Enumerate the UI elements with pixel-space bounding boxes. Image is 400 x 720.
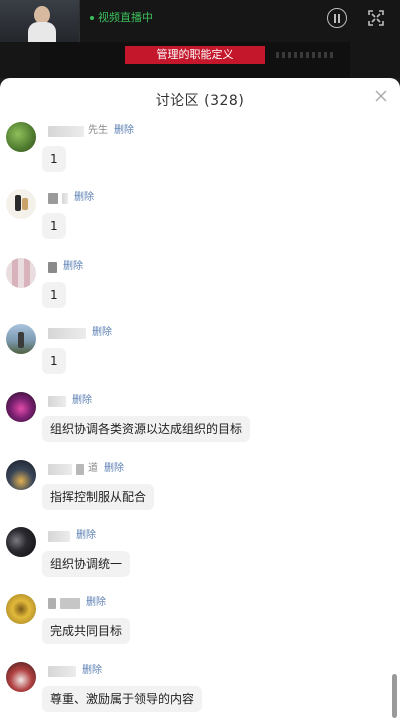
- fullscreen-icon: [368, 10, 384, 26]
- user-avatar[interactable]: [6, 527, 36, 557]
- comment-bubble: 1: [42, 146, 66, 172]
- comment-bubble: 完成共同目标: [42, 618, 131, 644]
- comment-bubble: 组织协调各类资源以达成组织的目标: [42, 416, 251, 442]
- comment-author: 删除: [48, 394, 92, 408]
- comment-author: 删除: [48, 529, 96, 543]
- discussion-panel: 讨论区 (328) 先生 删除 1 删除 1 删除 1 删除 1 删除 组织协调…: [0, 78, 400, 720]
- comment-author: 删除: [48, 596, 106, 610]
- delete-link[interactable]: 删除: [63, 260, 83, 274]
- blurred-username: [48, 192, 58, 204]
- comment-bubble: 1: [42, 348, 66, 374]
- comment-author: 道 删除: [48, 462, 124, 476]
- comment-bubble: 1: [42, 282, 66, 308]
- fullscreen-button[interactable]: [367, 9, 385, 27]
- blurred-username: [48, 395, 66, 407]
- comment-author: 删除: [48, 260, 83, 274]
- username-fragment: 道: [88, 463, 98, 474]
- slide-decoration: [276, 52, 336, 58]
- comment-author: 先生 删除: [48, 124, 134, 138]
- live-status-text: 视频直播中: [98, 11, 153, 24]
- close-button[interactable]: [374, 88, 388, 102]
- user-avatar[interactable]: [6, 662, 36, 692]
- blurred-username: [48, 665, 76, 677]
- presenter-video-thumbnail[interactable]: [0, 0, 80, 42]
- delete-link[interactable]: 删除: [86, 596, 106, 610]
- comment-bubble: 1: [42, 213, 66, 239]
- user-avatar[interactable]: [6, 324, 36, 354]
- delete-link[interactable]: 删除: [104, 462, 124, 476]
- blurred-username: [62, 192, 68, 204]
- blurred-username: [76, 463, 84, 475]
- delete-link[interactable]: 删除: [92, 326, 112, 340]
- comment-bubble: 尊重、激励属于领导的内容: [42, 686, 203, 712]
- user-avatar[interactable]: [6, 122, 36, 152]
- panel-title: 讨论区 (328): [155, 93, 245, 109]
- comment-author: 删除: [48, 664, 102, 678]
- delete-link[interactable]: 删除: [72, 394, 92, 408]
- blurred-username: [48, 125, 84, 137]
- comment-bubble: 组织协调统一: [42, 551, 131, 577]
- delete-link[interactable]: 删除: [74, 191, 94, 205]
- pause-button[interactable]: [327, 8, 347, 28]
- delete-link[interactable]: 删除: [76, 529, 96, 543]
- blurred-username: [60, 597, 80, 609]
- panel-header: 讨论区 (328): [0, 78, 400, 118]
- blurred-username: [48, 327, 86, 339]
- blurred-username: [48, 530, 70, 542]
- user-avatar[interactable]: [6, 258, 36, 288]
- delete-link[interactable]: 删除: [82, 664, 102, 678]
- close-icon: [375, 90, 387, 102]
- blurred-username: [48, 261, 57, 273]
- user-avatar[interactable]: [6, 189, 36, 219]
- delete-link[interactable]: 删除: [114, 124, 134, 138]
- user-avatar[interactable]: [6, 594, 36, 624]
- live-video-bar: 视频直播中 管理的职能定义: [0, 0, 400, 78]
- scrollbar[interactable]: [392, 674, 397, 718]
- live-dot-icon: [90, 16, 94, 20]
- live-status: 视频直播中: [90, 10, 153, 26]
- blurred-username: [48, 463, 72, 475]
- comment-author: 删除: [48, 326, 112, 340]
- pause-icon: [334, 13, 340, 23]
- slide-title: 管理的职能定义: [125, 46, 265, 64]
- comment-author: 删除: [48, 191, 94, 205]
- comment-bubble: 指挥控制服从配合: [42, 484, 155, 510]
- user-avatar[interactable]: [6, 392, 36, 422]
- presentation-slide: 管理的职能定义: [40, 42, 350, 78]
- blurred-username: [48, 597, 56, 609]
- presenter-body: [28, 22, 56, 42]
- username-fragment: 先生: [88, 125, 108, 136]
- user-avatar[interactable]: [6, 460, 36, 490]
